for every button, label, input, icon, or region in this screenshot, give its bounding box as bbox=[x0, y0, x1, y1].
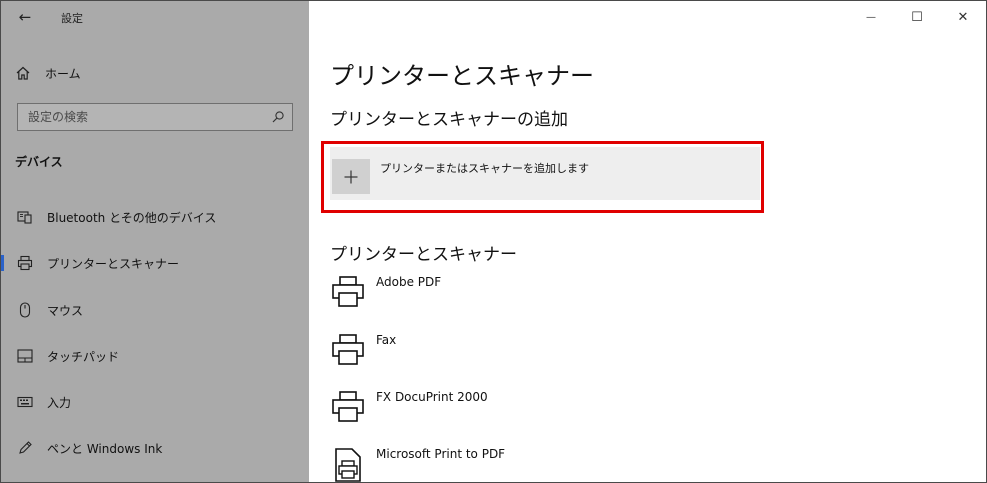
sidebar-item-printers[interactable]: プリンターとスキャナー bbox=[1, 248, 309, 278]
sidebar-item-typing[interactable]: 入力 bbox=[1, 387, 309, 417]
bluetooth-devices-icon bbox=[17, 209, 33, 225]
sidebar-item-label: マウス bbox=[47, 303, 84, 318]
minimize-button[interactable]: — bbox=[848, 1, 894, 33]
sidebar-item-label: 入力 bbox=[47, 395, 72, 410]
add-section-heading: プリンターとスキャナーの追加 bbox=[330, 110, 568, 130]
window-controls: — ☐ ✕ bbox=[848, 1, 986, 33]
app-title: 設定 bbox=[61, 12, 83, 25]
printer-icon bbox=[332, 391, 364, 422]
printer-item[interactable]: Microsoft Print to PDF bbox=[330, 445, 830, 482]
sidebar-item-pen[interactable]: ペンと Windows Ink bbox=[1, 433, 309, 463]
minimize-icon: — bbox=[866, 11, 876, 23]
page-title: プリンターとスキャナー bbox=[330, 62, 594, 90]
sidebar: ← 設定 ホーム デバイス bbox=[1, 1, 309, 482]
touchpad-icon bbox=[17, 348, 33, 364]
search-icon[interactable] bbox=[271, 110, 285, 124]
sidebar-item-home[interactable]: ホーム bbox=[15, 62, 81, 84]
printer-name: Fax bbox=[376, 333, 397, 347]
keyboard-icon bbox=[17, 394, 33, 410]
main-content: — ☐ ✕ プリンターとスキャナー プリンターとスキャナーの追加 プリンターまた… bbox=[309, 1, 986, 482]
maximize-icon: ☐ bbox=[911, 9, 923, 25]
search-input[interactable] bbox=[18, 104, 268, 130]
printers-list-heading: プリンターとスキャナー bbox=[330, 245, 517, 265]
sidebar-item-touchpad[interactable]: タッチパッド bbox=[1, 341, 309, 371]
close-icon: ✕ bbox=[957, 9, 969, 25]
sidebar-item-label: プリンターとスキャナー bbox=[47, 256, 180, 271]
settings-window: ← 設定 ホーム デバイス bbox=[0, 0, 987, 483]
printer-item[interactable]: Adobe PDF bbox=[330, 273, 830, 323]
printer-icon bbox=[17, 255, 33, 271]
home-icon bbox=[16, 66, 30, 80]
highlight-box bbox=[321, 141, 764, 213]
title-bar: ← 設定 bbox=[1, 1, 309, 35]
printer-icon bbox=[332, 334, 364, 365]
search-field[interactable] bbox=[17, 103, 293, 131]
back-arrow-icon: ← bbox=[18, 8, 32, 26]
pdf-printer-icon bbox=[335, 448, 361, 482]
sidebar-item-label: Bluetooth とその他のデバイス bbox=[47, 210, 217, 225]
printer-name: Microsoft Print to PDF bbox=[376, 447, 506, 461]
printer-item[interactable]: FX DocuPrint 2000 bbox=[330, 388, 830, 438]
section-heading: デバイス bbox=[15, 155, 63, 169]
mouse-icon bbox=[17, 302, 33, 318]
sidebar-item-label: タッチパッド bbox=[47, 349, 120, 364]
printer-icon bbox=[332, 276, 364, 307]
printer-name: Adobe PDF bbox=[376, 275, 442, 289]
printer-item[interactable]: Fax bbox=[330, 331, 830, 381]
sidebar-item-label: ホーム bbox=[45, 66, 81, 81]
sidebar-item-label: ペンと Windows Ink bbox=[47, 441, 163, 456]
maximize-button[interactable]: ☐ bbox=[894, 1, 940, 33]
sidebar-item-mouse[interactable]: マウス bbox=[1, 295, 309, 325]
sidebar-item-bluetooth[interactable]: Bluetooth とその他のデバイス bbox=[1, 202, 309, 232]
pen-icon bbox=[17, 440, 33, 456]
printer-name: FX DocuPrint 2000 bbox=[376, 390, 488, 404]
back-button[interactable]: ← bbox=[15, 7, 35, 27]
close-button[interactable]: ✕ bbox=[940, 1, 986, 33]
